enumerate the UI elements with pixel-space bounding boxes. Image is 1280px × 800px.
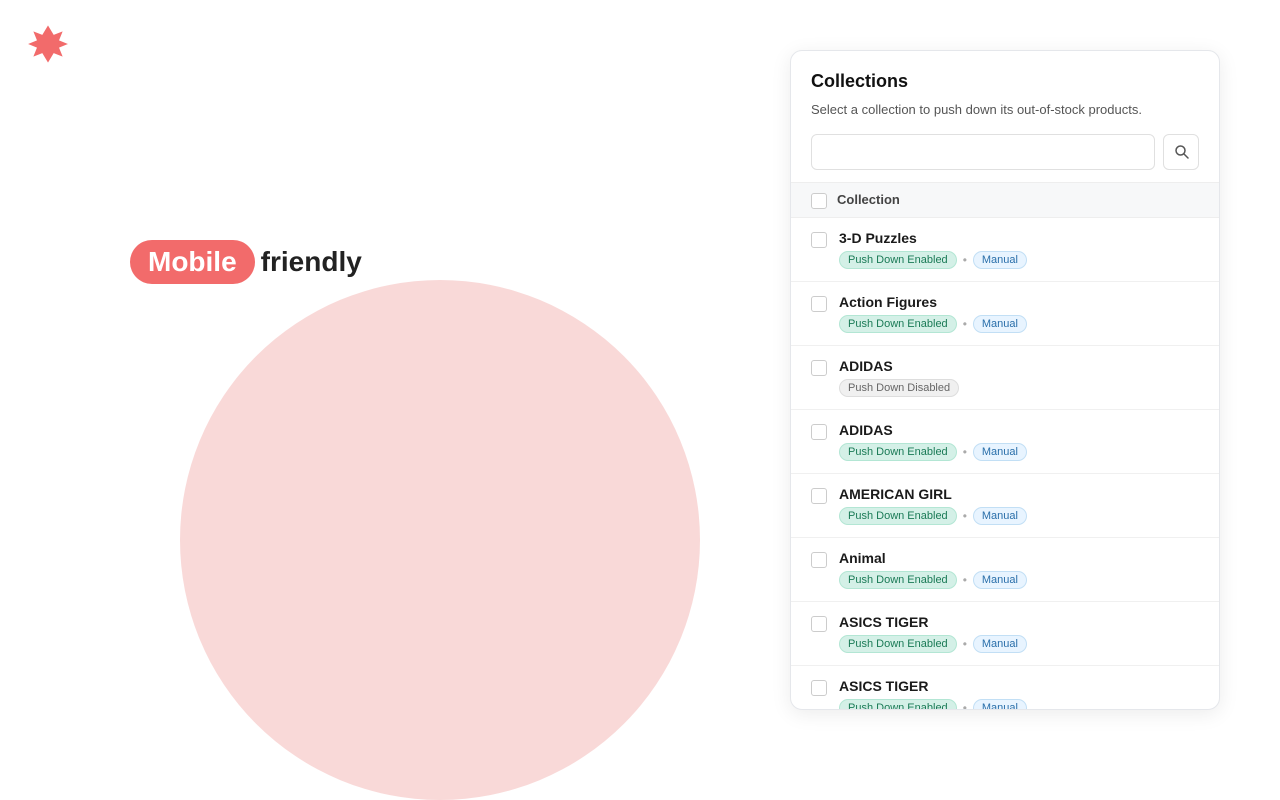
dot-separator: • <box>963 317 967 331</box>
background-blob <box>180 280 700 800</box>
dot-separator: • <box>963 637 967 651</box>
status-tag: Push Down Enabled <box>839 699 957 710</box>
panel-header: Collections Select a collection to push … <box>791 51 1219 134</box>
status-tag: Push Down Enabled <box>839 443 957 461</box>
item-tags: Push Down Enabled • Manual <box>839 315 1199 333</box>
dot-separator: • <box>963 445 967 459</box>
collection-header-label: Collection <box>837 192 900 207</box>
logo <box>24 20 72 73</box>
panel-title: Collections <box>811 71 1199 92</box>
item-name: ASICS TIGER <box>839 678 1199 694</box>
status-tag: Push Down Enabled <box>839 635 957 653</box>
item-content: ASICS TIGER Push Down Enabled • Manual <box>839 614 1199 653</box>
item-name: Animal <box>839 550 1199 566</box>
status-tag: Push Down Enabled <box>839 571 957 589</box>
dot-separator: • <box>963 573 967 587</box>
status-tag: Push Down Enabled <box>839 251 957 269</box>
manual-tag: Manual <box>973 635 1027 653</box>
manual-tag: Manual <box>973 443 1027 461</box>
item-checkbox[interactable] <box>811 616 827 632</box>
dot-separator: • <box>963 701 967 710</box>
status-tag: Push Down Disabled <box>839 379 959 397</box>
dot-separator: • <box>963 253 967 267</box>
list-item: AMERICAN GIRL Push Down Enabled • Manual <box>791 474 1219 538</box>
item-tags: Push Down Enabled • Manual <box>839 443 1199 461</box>
item-content: ASICS TIGER Push Down Enabled • Manual <box>839 678 1199 710</box>
item-tags: Push Down Enabled • Manual <box>839 635 1199 653</box>
item-tags: Push Down Enabled • Manual <box>839 699 1199 710</box>
item-tags: Push Down Enabled • Manual <box>839 571 1199 589</box>
item-checkbox[interactable] <box>811 552 827 568</box>
list-item: 3-D Puzzles Push Down Enabled • Manual <box>791 218 1219 282</box>
item-name: ADIDAS <box>839 358 1199 374</box>
manual-tag: Manual <box>973 699 1027 710</box>
item-checkbox[interactable] <box>811 488 827 504</box>
item-checkbox[interactable] <box>811 680 827 696</box>
item-content: AMERICAN GIRL Push Down Enabled • Manual <box>839 486 1199 525</box>
list-item: Action Figures Push Down Enabled • Manual <box>791 282 1219 346</box>
list-item: ADIDAS Push Down Disabled <box>791 346 1219 410</box>
collection-table-header: Collection <box>791 182 1219 218</box>
item-name: Action Figures <box>839 294 1199 310</box>
item-name: ASICS TIGER <box>839 614 1199 630</box>
item-checkbox[interactable] <box>811 296 827 312</box>
item-checkbox[interactable] <box>811 424 827 440</box>
manual-tag: Manual <box>973 251 1027 269</box>
collections-panel: Collections Select a collection to push … <box>790 50 1220 710</box>
item-name: 3-D Puzzles <box>839 230 1199 246</box>
search-input[interactable] <box>811 134 1155 170</box>
item-content: ADIDAS Push Down Enabled • Manual <box>839 422 1199 461</box>
item-checkbox[interactable] <box>811 232 827 248</box>
status-tag: Push Down Enabled <box>839 315 957 333</box>
tagline: Mobile friendly <box>130 240 362 284</box>
dot-separator: • <box>963 509 967 523</box>
search-button[interactable] <box>1163 134 1199 170</box>
tagline-friendly: friendly <box>261 246 362 278</box>
search-icon <box>1174 144 1189 159</box>
item-content: 3-D Puzzles Push Down Enabled • Manual <box>839 230 1199 269</box>
manual-tag: Manual <box>973 571 1027 589</box>
manual-tag: Manual <box>973 507 1027 525</box>
list-item: ASICS TIGER Push Down Enabled • Manual <box>791 602 1219 666</box>
item-name: ADIDAS <box>839 422 1199 438</box>
item-name: AMERICAN GIRL <box>839 486 1199 502</box>
item-tags: Push Down Enabled • Manual <box>839 251 1199 269</box>
list-item: ADIDAS Push Down Enabled • Manual <box>791 410 1219 474</box>
item-checkbox[interactable] <box>811 360 827 376</box>
item-tags: Push Down Disabled <box>839 379 1199 397</box>
list-item: ASICS TIGER Push Down Enabled • Manual <box>791 666 1219 710</box>
status-tag: Push Down Enabled <box>839 507 957 525</box>
panel-description: Select a collection to push down its out… <box>811 100 1199 120</box>
collection-list: 3-D Puzzles Push Down Enabled • Manual Act… <box>791 218 1219 710</box>
item-content: ADIDAS Push Down Disabled <box>839 358 1199 397</box>
select-all-checkbox[interactable] <box>811 193 827 209</box>
item-content: Action Figures Push Down Enabled • Manual <box>839 294 1199 333</box>
manual-tag: Manual <box>973 315 1027 333</box>
item-content: Animal Push Down Enabled • Manual <box>839 550 1199 589</box>
list-item: Animal Push Down Enabled • Manual <box>791 538 1219 602</box>
search-row <box>791 134 1219 182</box>
tagline-mobile: Mobile <box>130 240 255 284</box>
item-tags: Push Down Enabled • Manual <box>839 507 1199 525</box>
